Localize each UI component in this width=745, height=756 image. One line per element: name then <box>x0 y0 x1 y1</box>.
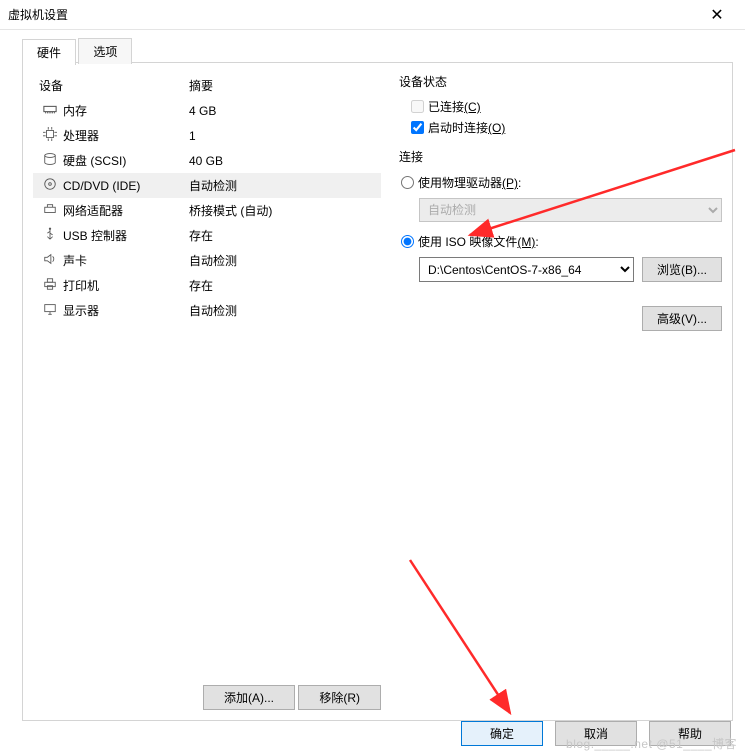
device-name: 打印机 <box>63 277 99 294</box>
device-summary: 自动检测 <box>183 248 381 273</box>
connection-group: 连接 使用物理驱动器(P): 自动检测 使用 ISO 映像文件(M): D: <box>399 148 722 292</box>
tab-bar: 硬件 选项 <box>22 38 733 63</box>
tab-panel: 设备 摘要 内存4 GB处理器1硬盘 (SCSI)40 GBCD/DVD (ID… <box>22 63 733 721</box>
display-icon <box>43 302 57 319</box>
tab-options[interactable]: 选项 <box>78 38 132 64</box>
iso-radio[interactable] <box>401 235 414 248</box>
status-title: 设备状态 <box>399 73 722 90</box>
connect-on-start-checkbox[interactable] <box>411 121 424 134</box>
connection-title: 连接 <box>399 148 722 165</box>
advanced-row: 高级(V)... <box>399 306 722 331</box>
net-icon <box>43 202 57 219</box>
device-summary: 存在 <box>183 273 381 298</box>
device-row-printer[interactable]: 打印机 存在 <box>33 273 381 298</box>
device-name: 网络适配器 <box>63 202 123 219</box>
device-summary: 1 <box>183 123 381 148</box>
ok-button[interactable]: 确定 <box>461 721 543 746</box>
device-row-memory[interactable]: 内存 4 GB <box>33 98 381 123</box>
connect-on-start-row[interactable]: 启动时连接(O) <box>411 117 722 138</box>
device-name: 处理器 <box>63 127 99 144</box>
device-row-cd[interactable]: CD/DVD (IDE) 自动检测 <box>33 173 381 198</box>
connected-row[interactable]: 已连接(C) <box>411 96 722 117</box>
iso-path-row: D:\Centos\CentOS-7-x86_64 浏览(B)... <box>419 257 722 282</box>
device-summary: 自动检测 <box>183 173 381 198</box>
physical-radio-row[interactable]: 使用物理驱动器(P): <box>401 171 722 194</box>
iso-label: 使用 ISO 映像文件(M): <box>418 233 539 250</box>
device-name: 声卡 <box>63 252 87 269</box>
device-summary: 存在 <box>183 223 381 248</box>
device-table: 设备 摘要 内存4 GB处理器1硬盘 (SCSI)40 GBCD/DVD (ID… <box>33 73 381 323</box>
physical-drive-select: 自动检测 <box>419 198 722 222</box>
device-actions: 添加(A)... 移除(R) <box>33 677 381 710</box>
physical-radio[interactable] <box>401 176 414 189</box>
titlebar: 虚拟机设置 ✕ <box>0 0 745 30</box>
device-summary: 40 GB <box>183 148 381 173</box>
cpu-icon <box>43 127 57 144</box>
iso-radio-row[interactable]: 使用 ISO 映像文件(M): <box>401 230 722 253</box>
usb-icon <box>43 227 57 244</box>
advanced-button[interactable]: 高级(V)... <box>642 306 722 331</box>
device-row-cpu[interactable]: 处理器 1 <box>33 123 381 148</box>
connect-on-start-label: 启动时连接(O) <box>428 119 505 136</box>
device-row-net[interactable]: 网络适配器 桥接模式 (自动) <box>33 198 381 223</box>
browse-button[interactable]: 浏览(B)... <box>642 257 722 282</box>
window-title: 虚拟机设置 <box>8 6 697 23</box>
device-list-panel: 设备 摘要 内存4 GB处理器1硬盘 (SCSI)40 GBCD/DVD (ID… <box>33 73 381 710</box>
memory-icon <box>43 102 57 119</box>
device-name: USB 控制器 <box>63 227 127 244</box>
device-name: CD/DVD (IDE) <box>63 179 140 193</box>
device-name: 硬盘 (SCSI) <box>63 152 126 169</box>
physical-label: 使用物理驱动器(P): <box>418 174 521 191</box>
printer-icon <box>43 277 57 294</box>
connected-checkbox <box>411 100 424 113</box>
device-row-sound[interactable]: 声卡 自动检测 <box>33 248 381 273</box>
col-summary: 摘要 <box>183 73 381 98</box>
sound-icon <box>43 252 57 269</box>
cd-icon <box>43 177 57 194</box>
device-summary: 桥接模式 (自动) <box>183 198 381 223</box>
connected-label: 已连接(C) <box>428 98 481 115</box>
device-summary: 自动检测 <box>183 298 381 323</box>
device-name: 显示器 <box>63 302 99 319</box>
add-button[interactable]: 添加(A)... <box>203 685 295 710</box>
tab-hardware[interactable]: 硬件 <box>22 39 76 65</box>
device-row-display[interactable]: 显示器 自动检测 <box>33 298 381 323</box>
device-summary: 4 GB <box>183 98 381 123</box>
device-detail-panel: 设备状态 已连接(C) 启动时连接(O) 连接 使用物理驱动器(P): <box>399 73 722 710</box>
col-device: 设备 <box>33 73 183 98</box>
device-row-usb[interactable]: USB 控制器 存在 <box>33 223 381 248</box>
close-button[interactable]: ✕ <box>697 1 737 29</box>
watermark: blog._____.net @51____博客 <box>566 735 737 752</box>
device-name: 内存 <box>63 102 87 119</box>
remove-button[interactable]: 移除(R) <box>298 685 381 710</box>
device-row-disk[interactable]: 硬盘 (SCSI) 40 GB <box>33 148 381 173</box>
disk-icon <box>43 152 57 169</box>
status-group: 设备状态 已连接(C) 启动时连接(O) <box>399 73 722 148</box>
iso-path-select[interactable]: D:\Centos\CentOS-7-x86_64 <box>419 257 634 282</box>
dialog-body: 硬件 选项 设备 摘要 内存4 GB处理器1硬盘 (SCSI)40 GBCD/D… <box>0 30 745 731</box>
